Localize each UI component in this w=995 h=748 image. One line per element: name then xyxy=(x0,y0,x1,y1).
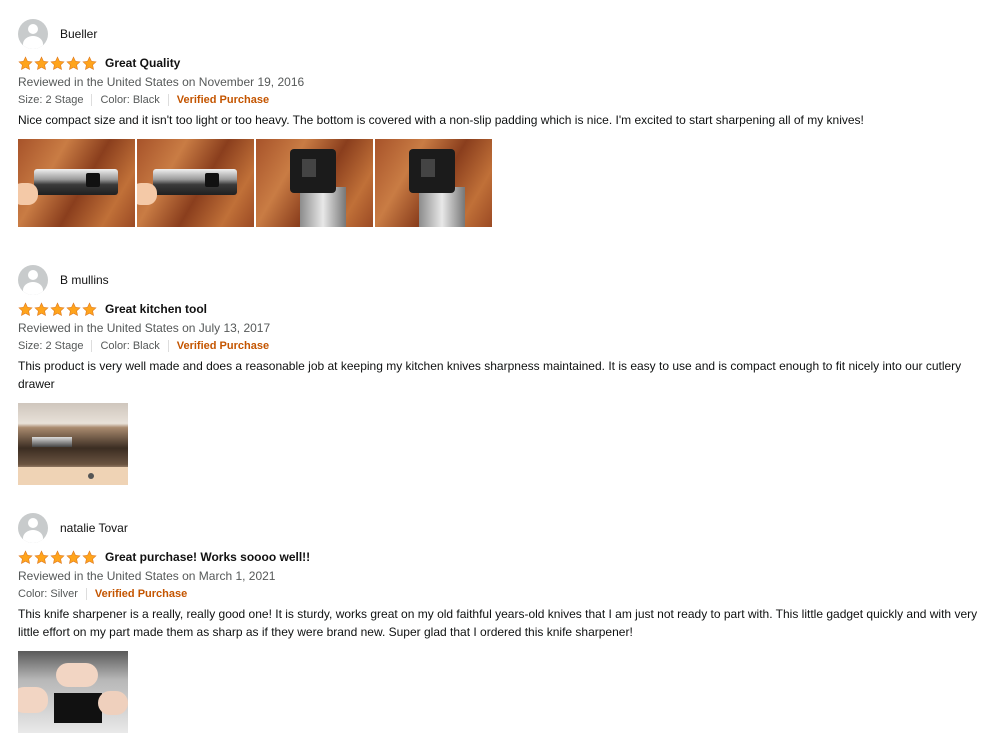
sharpener-shape xyxy=(54,693,102,723)
sharpener-slot xyxy=(302,159,316,177)
review-images xyxy=(18,403,988,485)
avatar-icon xyxy=(18,19,48,49)
star-icon xyxy=(18,302,33,317)
variant-color[interactable]: Color: Black xyxy=(100,91,159,109)
drawer-front-shape xyxy=(18,467,128,485)
review-body: This product is very well made and does … xyxy=(18,359,962,391)
review-image-thumbnail[interactable] xyxy=(375,139,492,227)
sharpener-shape xyxy=(32,437,72,447)
variant-size[interactable]: Size: 2 Stage xyxy=(18,91,83,109)
avatar-icon xyxy=(18,265,48,295)
review-images xyxy=(18,139,988,227)
variant-color[interactable]: Color: Black xyxy=(100,337,159,355)
review-image-thumbnail[interactable] xyxy=(256,139,373,227)
review-date: Reviewed in the United States on July 13… xyxy=(18,321,271,335)
hand-shape xyxy=(18,687,48,713)
review-image-thumbnail[interactable] xyxy=(137,139,254,227)
meta-divider xyxy=(167,94,169,106)
hand-shape xyxy=(56,663,98,687)
reviewer-name: Bueller xyxy=(60,27,98,41)
star-icon xyxy=(18,550,33,565)
review-image-thumbnail[interactable] xyxy=(18,403,128,485)
meta-divider xyxy=(167,340,169,352)
star-icon xyxy=(66,550,81,565)
star-icon xyxy=(18,56,33,71)
reviewer-profile[interactable]: Bueller xyxy=(18,18,988,50)
star-rating[interactable] xyxy=(18,550,97,565)
verified-purchase-badge: Verified Purchase xyxy=(176,340,270,352)
review-2: B mullins Great kitchen tool Reviewed in… xyxy=(18,264,988,485)
sharpener-shape xyxy=(153,169,237,195)
sharpener-rod xyxy=(419,187,465,227)
variant-color[interactable]: Color: Silver xyxy=(18,585,78,603)
star-icon xyxy=(66,302,81,317)
meta-divider xyxy=(91,94,93,106)
review-date: Reviewed in the United States on Novembe… xyxy=(18,75,305,89)
avatar-icon xyxy=(18,513,48,543)
variant-size[interactable]: Size: 2 Stage xyxy=(18,337,83,355)
star-icon xyxy=(34,302,49,317)
verified-purchase-badge: Verified Purchase xyxy=(94,588,188,600)
star-icon xyxy=(82,550,97,565)
review-3: natalie Tovar Great purchase! Works sooo… xyxy=(18,512,988,733)
review-variant-meta: Size: 2 Stage Color: Black Verified Purc… xyxy=(18,91,988,109)
sharpener-shape xyxy=(34,169,118,195)
sharpener-slot xyxy=(86,173,100,187)
verified-purchase-badge: Verified Purchase xyxy=(176,94,270,106)
star-icon xyxy=(66,56,81,71)
review-title[interactable]: Great Quality xyxy=(105,56,180,70)
sharpener-slot xyxy=(205,173,219,187)
review-images xyxy=(18,651,988,733)
reviewer-profile[interactable]: natalie Tovar xyxy=(18,512,988,544)
review-body: Nice compact size and it isn't too light… xyxy=(18,113,864,127)
star-icon xyxy=(82,56,97,71)
review-image-thumbnail[interactable] xyxy=(18,139,135,227)
star-icon xyxy=(82,302,97,317)
sharpener-slot xyxy=(421,159,435,177)
star-rating[interactable] xyxy=(18,56,97,71)
meta-divider xyxy=(85,588,87,600)
star-icon xyxy=(50,56,65,71)
star-icon xyxy=(50,550,65,565)
sharpener-rod xyxy=(300,187,346,227)
review-1: Bueller Great Quality Reviewed in the Un… xyxy=(18,18,988,227)
review-title[interactable]: Great purchase! Works soooo well!! xyxy=(105,550,310,564)
star-rating[interactable] xyxy=(18,302,97,317)
drawer-knob-shape xyxy=(88,473,94,479)
review-body: This knife sharpener is a really, really… xyxy=(18,607,978,639)
star-icon xyxy=(50,302,65,317)
meta-divider xyxy=(91,340,93,352)
reviewer-name: B mullins xyxy=(60,273,109,287)
hand-shape xyxy=(137,183,157,205)
review-variant-meta: Color: Silver Verified Purchase xyxy=(18,585,988,603)
reviewer-name: natalie Tovar xyxy=(60,521,128,535)
review-variant-meta: Size: 2 Stage Color: Black Verified Purc… xyxy=(18,337,988,355)
reviewer-profile[interactable]: B mullins xyxy=(18,264,988,296)
hand-shape xyxy=(98,691,128,715)
star-icon xyxy=(34,56,49,71)
review-title[interactable]: Great kitchen tool xyxy=(105,302,207,316)
star-icon xyxy=(34,550,49,565)
review-date: Reviewed in the United States on March 1… xyxy=(18,569,276,583)
review-image-thumbnail[interactable] xyxy=(18,651,128,733)
hand-shape xyxy=(18,183,38,205)
